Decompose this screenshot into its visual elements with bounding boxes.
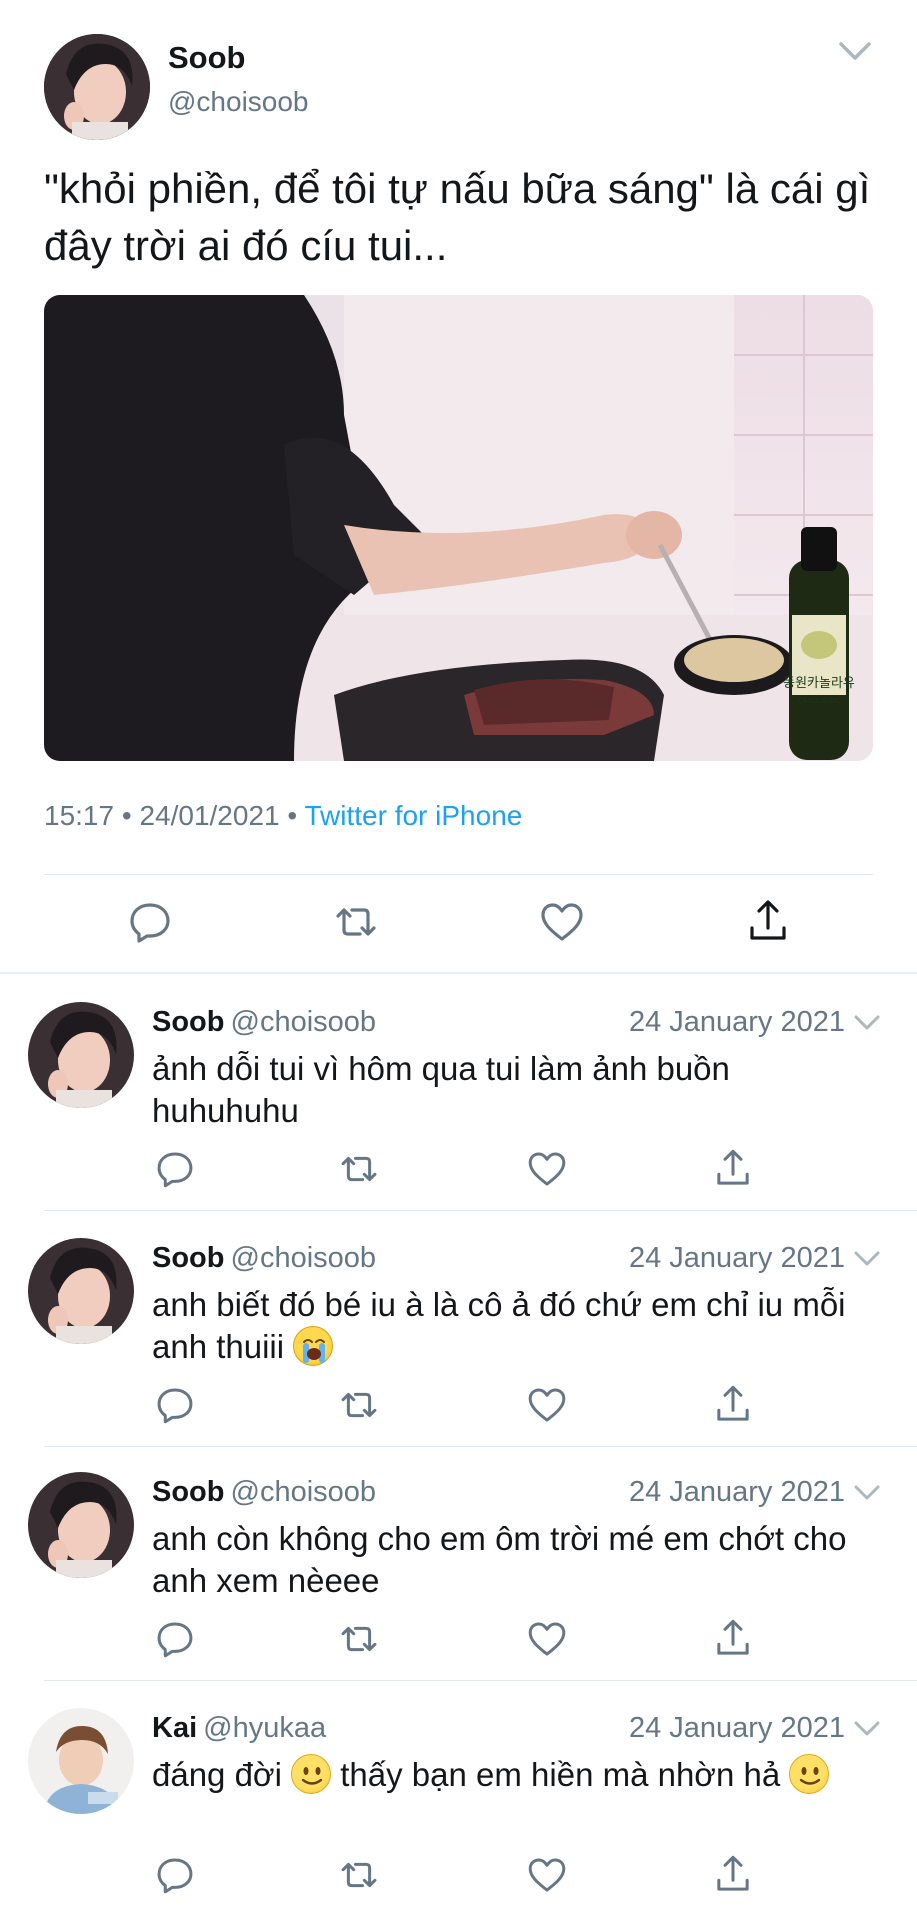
chevron-down-icon[interactable] <box>852 1010 882 1036</box>
chevron-down-icon[interactable] <box>852 1246 882 1272</box>
tweet-meta: 15:17 • 24/01/2021 • Twitter for iPhone <box>44 800 522 832</box>
retweet-icon[interactable] <box>336 1852 382 1898</box>
divider <box>44 1446 917 1447</box>
author-name[interactable]: Soob <box>152 1242 225 1274</box>
tweet-thread-page: Soob @choisoob "khỏi phiền, để tôi tự nấ… <box>0 0 917 1920</box>
tweet-date: 24/01/2021 <box>139 800 280 831</box>
reply-actions <box>0 1616 917 1666</box>
retweet-icon[interactable] <box>336 1616 382 1662</box>
author-handle[interactable]: @choisoob <box>231 1006 377 1038</box>
avatar[interactable] <box>28 1002 134 1108</box>
tweet-photo[interactable]: 동원카놀라유 CANOLA OIL <box>44 295 873 761</box>
like-icon[interactable] <box>536 896 588 948</box>
reply-text-part: đáng đời <box>152 1756 282 1793</box>
retweet-icon[interactable] <box>336 1382 382 1428</box>
reply-icon[interactable] <box>152 1382 198 1428</box>
divider <box>44 874 873 875</box>
author-handle[interactable]: @choisoob <box>231 1476 377 1508</box>
reply-header: Kai @hyukaa <box>152 1712 326 1745</box>
avatar[interactable] <box>28 1472 134 1578</box>
reply-header: Soob @choisoob <box>152 1242 376 1275</box>
reply-date: 24 January 2021 <box>628 1242 845 1274</box>
divider <box>44 1680 917 1681</box>
reply-text-part: thấy bạn em hiền mà nhờn hả <box>340 1756 781 1793</box>
slightly-smiling-face-icon <box>291 1754 332 1794</box>
reply-tweet[interactable]: Soob @choisoob 24 January 2021 anh còn kh… <box>0 1450 917 1684</box>
share-icon[interactable] <box>710 1146 756 1192</box>
avatar[interactable] <box>44 34 150 140</box>
reply-date: 24 January 2021 <box>628 1712 845 1744</box>
reply-actions <box>0 1852 917 1902</box>
like-icon[interactable] <box>524 1146 570 1192</box>
author-handle[interactable]: @choisoob <box>231 1242 377 1274</box>
reply-actions <box>0 1382 917 1432</box>
reply-tweet[interactable]: Soob @choisoob 24 January 2021 anh biết đ… <box>0 1216 917 1450</box>
reply-text: anh còn không cho em ôm trời mé em chớt … <box>152 1520 847 1599</box>
author-handle[interactable]: @hyukaa <box>203 1712 326 1744</box>
reply-icon[interactable] <box>124 896 176 948</box>
retweet-icon[interactable] <box>336 1146 382 1192</box>
author-name[interactable]: Kai <box>152 1712 197 1744</box>
reply-tweet[interactable]: Soob @choisoob 24 January 2021 ảnh dỗi tu… <box>0 980 917 1214</box>
divider <box>44 1210 917 1211</box>
reply-icon[interactable] <box>152 1616 198 1662</box>
meta-separator: • <box>121 800 132 831</box>
author-handle[interactable]: @choisoob <box>168 86 309 118</box>
slightly-smiling-face-icon <box>789 1754 830 1794</box>
like-icon[interactable] <box>524 1616 570 1662</box>
author-name[interactable]: Soob <box>168 40 246 76</box>
avatar[interactable] <box>28 1238 134 1344</box>
retweet-icon[interactable] <box>330 896 382 948</box>
avatar[interactable] <box>28 1708 134 1814</box>
reply-date: 24 January 2021 <box>628 1476 845 1508</box>
reply-text: đáng đời thấy bạn em hiền mà nhờn hả <box>152 1754 872 1796</box>
reply-header: Soob @choisoob <box>152 1476 376 1509</box>
tweet-time: 15:17 <box>44 800 115 831</box>
reply-icon[interactable] <box>152 1852 198 1898</box>
loudly-crying-face-icon <box>293 1326 334 1366</box>
reply-actions <box>0 1146 917 1196</box>
meta-separator: • <box>287 800 298 831</box>
like-icon[interactable] <box>524 1382 570 1428</box>
share-icon[interactable] <box>710 1382 756 1428</box>
reply-date: 24 January 2021 <box>628 1006 845 1038</box>
reply-text-content: anh biết đó bé iu à là cô ả đó chứ em ch… <box>152 1286 846 1365</box>
reply-header: Soob @choisoob <box>152 1006 376 1039</box>
main-tweet: Soob @choisoob "khỏi phiền, để tôi tự nấ… <box>0 0 917 972</box>
bottle-label: 동원카놀라유 <box>783 676 855 691</box>
reply-tweet[interactable]: Kai @hyukaa 24 January 2021 đáng đời thấy… <box>0 1686 917 1920</box>
author-name[interactable]: Soob <box>152 1006 225 1038</box>
share-icon[interactable] <box>710 1616 756 1662</box>
reply-text: anh biết đó bé iu à là cô ả đó chứ em ch… <box>152 1284 872 1368</box>
tweet-actions <box>0 896 917 956</box>
section-divider <box>0 972 917 974</box>
share-icon[interactable] <box>742 896 794 948</box>
author-name[interactable]: Soob <box>152 1476 225 1508</box>
chevron-down-icon[interactable] <box>852 1480 882 1506</box>
like-icon[interactable] <box>524 1852 570 1898</box>
chevron-down-icon[interactable] <box>852 1716 882 1742</box>
reply-icon[interactable] <box>152 1146 198 1192</box>
chevron-down-icon[interactable] <box>836 36 874 66</box>
reply-text: ảnh dỗi tui vì hôm qua tui làm ảnh buồn … <box>152 1050 730 1129</box>
bottle-sublabel: CANOLA OIL <box>798 697 841 705</box>
tweet-text: "khỏi phiền, để tôi tự nấu bữa sáng" là … <box>44 165 871 269</box>
share-icon[interactable] <box>710 1852 756 1898</box>
tweet-source-link[interactable]: Twitter for iPhone <box>304 800 522 831</box>
